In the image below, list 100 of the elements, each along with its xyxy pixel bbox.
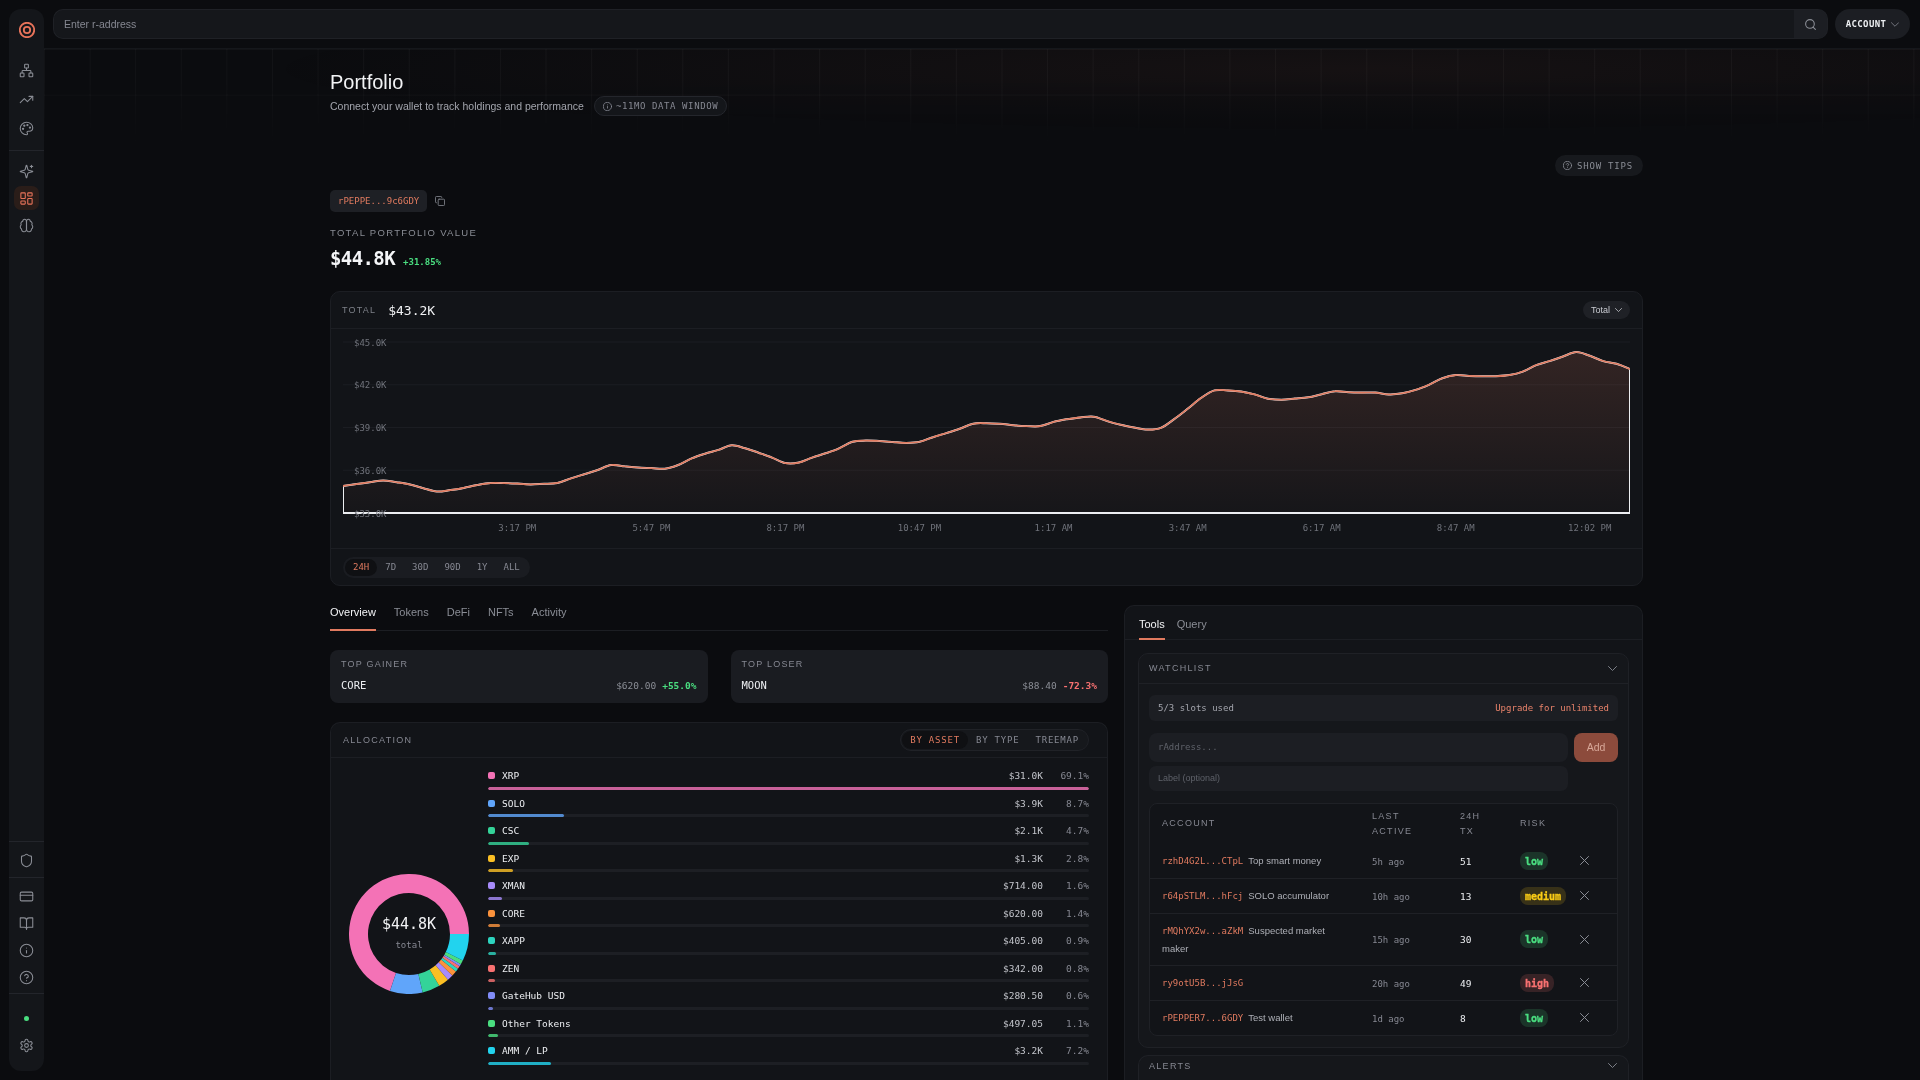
x-axis-label: 12:02 PM <box>1568 523 1612 533</box>
last-active-time: 10h ago <box>1372 891 1410 902</box>
tab[interactable]: Overview <box>330 604 376 631</box>
total-value-label: TOTAL PORTFOLIO VALUE <box>330 226 478 240</box>
asset-name: XAPP <box>502 935 525 946</box>
risk-label: low <box>1525 855 1544 867</box>
y-axis-label: $39.0K <box>354 423 387 433</box>
account-address[interactable]: rPEPPER7...6GDY <box>1162 1012 1244 1023</box>
asset-value: $2.1K <box>1014 825 1043 836</box>
last-active-time: 5h ago <box>1372 856 1405 867</box>
series-dropdown[interactable]: Total <box>1583 301 1630 319</box>
asset-share: 1.6% <box>1065 880 1089 891</box>
range-tab[interactable]: ALL <box>495 558 528 576</box>
range-tab[interactable]: 1Y <box>468 558 496 576</box>
palette-icon <box>19 120 34 136</box>
label-field[interactable]: Label (optional) <box>1149 765 1568 791</box>
range-tab[interactable]: 90D <box>436 558 469 576</box>
dashboard-icon <box>19 190 34 206</box>
asset-name: AMM / LP <box>502 1045 548 1056</box>
asset-value: $1.3K <box>1014 852 1043 864</box>
tab[interactable]: Tokens <box>393 604 429 631</box>
highlight-asset: CORE <box>341 677 367 692</box>
asset-name: XRP <box>502 770 520 781</box>
last-active-time: 1d ago <box>1372 1013 1405 1024</box>
account-address[interactable]: rzhD4G2L...CTpL <box>1162 855 1244 866</box>
brain-icon <box>19 217 34 233</box>
range-tab[interactable]: 30D <box>404 558 437 576</box>
page-title: Portfolio <box>330 70 404 95</box>
y-axis-label: $45.0K <box>354 337 387 348</box>
chevron-down-icon[interactable] <box>1608 665 1617 671</box>
account-entry: rzhD4G2L...CTpL Top smart money <box>1162 854 1322 866</box>
view-tab[interactable]: BY ASSET <box>902 730 968 749</box>
asset-share: 8.7% <box>1065 797 1089 809</box>
asset-share: 0.6% <box>1065 990 1089 1001</box>
address-field[interactable]: rAddress... <box>1149 732 1568 762</box>
highlight-price: $88.40 <box>1022 678 1057 693</box>
donut-center-value: $44.8K <box>381 914 437 933</box>
last-active-time: 15h ago <box>1372 935 1410 945</box>
x-axis-label: 8:47 AM <box>1436 523 1475 533</box>
asset-value: $280.50 <box>1002 990 1043 1001</box>
panel-tab[interactable]: Tools <box>1139 605 1165 640</box>
close-icon[interactable] <box>1580 934 1589 944</box>
range-tab[interactable]: 24H <box>345 558 378 576</box>
tx-count: 8 <box>1460 1012 1466 1024</box>
data-window-label: ~11MO DATA WINDOW <box>615 101 719 111</box>
asset-share: 4.7% <box>1065 825 1089 836</box>
y-axis-label: $42.0K <box>354 380 387 391</box>
close-icon[interactable] <box>1580 1013 1589 1022</box>
settings-icon <box>19 1037 34 1053</box>
account-address[interactable]: ry9otU5B...jJsG <box>1162 977 1244 988</box>
help-icon <box>1563 161 1573 170</box>
highlight-change: -72.3% <box>1062 678 1097 693</box>
asset-share: 1.4% <box>1065 907 1089 919</box>
asset-share: 0.9% <box>1065 935 1089 946</box>
show-tips-button[interactable]: SHOW TIPS <box>1555 155 1643 176</box>
asset-value: $405.00 <box>1002 935 1043 946</box>
account-button[interactable]: ACCOUNT <box>1835 9 1910 39</box>
logo-icon[interactable] <box>18 22 35 38</box>
asset-name: CSC <box>502 825 520 836</box>
tx-count: 49 <box>1460 977 1472 989</box>
account-address[interactable]: rMQhYX2w...aZkM <box>1162 925 1244 936</box>
tab[interactable]: Activity <box>531 604 567 631</box>
address-chip: rPEPPE...9c6GDY <box>330 190 428 212</box>
tab[interactable]: NFTs <box>487 604 514 631</box>
column-header: LAST ACTIVE <box>1372 810 1413 836</box>
account-entry: rPEPPER7...6GDY Test wallet <box>1162 1011 1293 1023</box>
account-entry: rMQhYX2w...aZkM Suspected market maker <box>1162 924 1325 954</box>
close-icon[interactable] <box>1580 978 1589 987</box>
x-axis-label: 1:17 AM <box>1034 523 1073 533</box>
range-tab[interactable]: 7D <box>377 558 405 576</box>
asset-name: XMAN <box>502 880 525 891</box>
nav-button[interactable] <box>14 186 39 210</box>
close-icon[interactable] <box>1580 856 1589 865</box>
account-address[interactable]: r64pSTLM...hFcj <box>1162 890 1244 901</box>
column-header: RISK <box>1520 818 1547 828</box>
close-icon[interactable] <box>1580 891 1589 900</box>
highlight-price: $620.00 <box>616 678 657 693</box>
last-active-time: 20h ago <box>1372 978 1410 989</box>
add-button[interactable]: Add <box>1574 732 1618 762</box>
panel-tab[interactable]: Query <box>1176 605 1207 640</box>
shield-icon <box>19 852 34 868</box>
alerts-title: ALERTS <box>1149 1059 1192 1072</box>
column-header: ACCOUNT <box>1162 818 1216 828</box>
view-tab[interactable]: TREEMAP <box>1027 730 1087 749</box>
total-value: $44.8K <box>330 246 396 270</box>
allocation-title: ALLOCATION <box>343 734 413 745</box>
upgrade-link[interactable]: Upgrade for unlimited <box>1495 702 1609 713</box>
view-tab[interactable]: BY TYPE <box>967 730 1028 749</box>
copy-icon[interactable] <box>435 196 446 206</box>
chart-total-label: TOTAL <box>342 305 377 315</box>
tab[interactable]: DeFi <box>446 604 470 631</box>
info-icon <box>602 101 612 111</box>
asset-name: EXP <box>502 852 520 864</box>
highlight-change: +55.0% <box>662 678 697 693</box>
asset-value: $497.05 <box>1002 1017 1043 1029</box>
chevron-down-icon[interactable] <box>1608 1063 1617 1068</box>
info-icon <box>19 942 34 958</box>
chart-total-value: $43.2K <box>388 302 436 318</box>
asset-value: $31.0K <box>1008 770 1043 781</box>
tx-count: 51 <box>1460 855 1472 867</box>
